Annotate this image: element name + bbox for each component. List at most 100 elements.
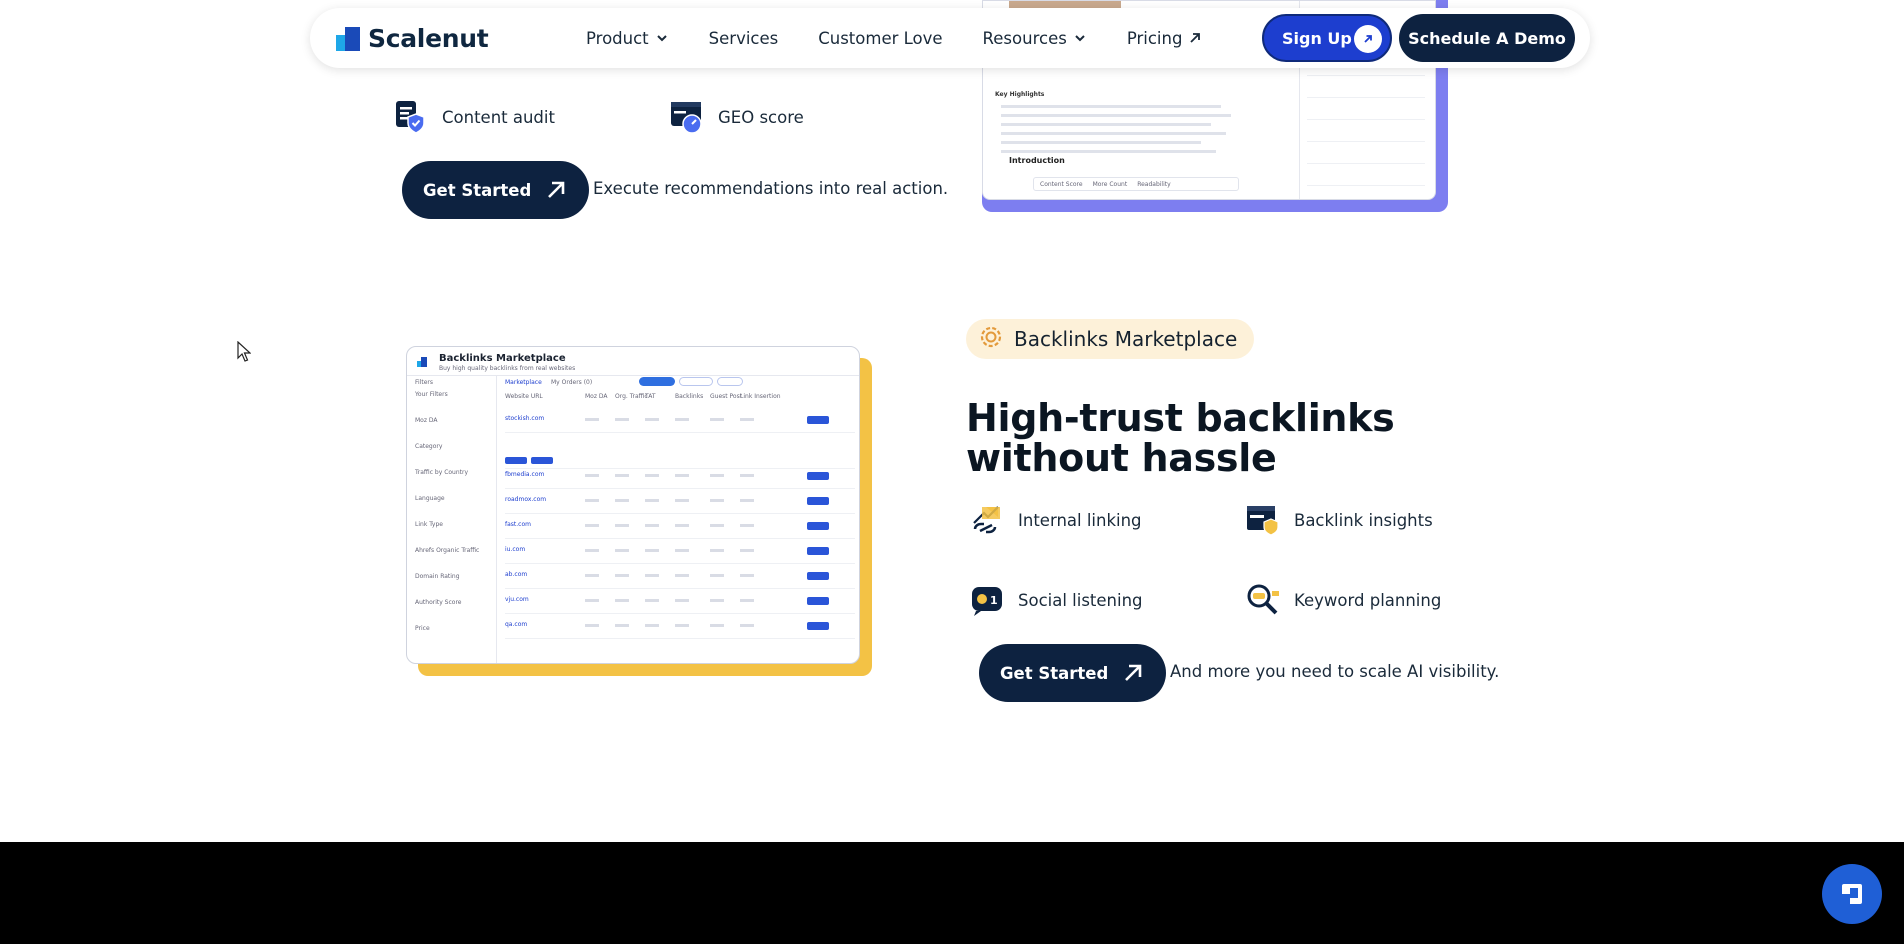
preview-readability: Readability xyxy=(1137,180,1171,188)
preview-row-cell xyxy=(740,474,754,477)
preview-sidebar-group: Authority Score xyxy=(415,599,462,606)
preview-sidebar-group: Category xyxy=(415,443,443,450)
gear-badge-icon xyxy=(978,324,1004,355)
feature-label: GEO score xyxy=(718,107,804,127)
feature-keyword-planning: Keyword planning xyxy=(1246,583,1441,617)
preview-table-row: stockish.com xyxy=(505,413,855,433)
preview-row-cell xyxy=(675,474,689,477)
preview-subtitle: Buy high quality backlinks from real web… xyxy=(439,365,576,372)
schedule-demo-button[interactable]: Schedule A Demo xyxy=(1399,14,1575,62)
preview-row-cell xyxy=(740,624,754,627)
preview-sidebar-group: Moz DA xyxy=(415,417,438,424)
preview-column-header: Org. Traffic xyxy=(615,393,648,400)
backlinks-marketplace-badge: Backlinks Marketplace xyxy=(966,319,1255,359)
preview-table-row: vju.com xyxy=(505,594,855,614)
preview-sidebar-group: Your Filters xyxy=(415,391,448,398)
geo-score-icon xyxy=(670,100,704,134)
social-listening-icon: 1 xyxy=(970,583,1004,617)
arrow-up-right-icon xyxy=(1125,664,1142,681)
preview-row-cell xyxy=(710,418,724,421)
preview-table-row: iu.com xyxy=(505,544,855,564)
brand-logo[interactable]: Scalenut xyxy=(336,24,489,53)
preview-row-cell xyxy=(615,599,629,602)
backlink-insights-icon xyxy=(1246,503,1280,537)
page: Scalenut Product Services Customer Love … xyxy=(0,0,1904,944)
nav-product-label: Product xyxy=(586,28,649,48)
preview-row-cell xyxy=(615,474,629,477)
schedule-demo-label: Schedule A Demo xyxy=(1408,28,1566,48)
feature-label: Social listening xyxy=(1018,590,1143,610)
get-started-button[interactable]: Get Started xyxy=(979,644,1167,702)
preview-add-button xyxy=(807,497,829,505)
preview-row-cell xyxy=(675,574,689,577)
preview-row-url: ab.com xyxy=(505,571,528,578)
nav-pricing-label: Pricing xyxy=(1126,28,1183,48)
preview-table-row: qa.com xyxy=(505,619,855,639)
get-started-button[interactable]: Get Started xyxy=(402,161,590,219)
top-navbar: Scalenut Product Services Customer Love … xyxy=(310,8,1590,68)
preview-filters-label: Filters xyxy=(415,379,433,386)
chat-launcher-button[interactable] xyxy=(1822,864,1882,924)
preview-row-url: qa.com xyxy=(505,621,528,628)
preview-table-row: fbmedia.com xyxy=(505,469,855,489)
arrow-up-right-icon xyxy=(548,181,565,198)
preview-row-cell xyxy=(615,418,629,421)
feature-label: Backlink insights xyxy=(1294,510,1433,530)
nav-links: Product Services Customer Love Resources… xyxy=(586,8,1242,68)
preview-row-cell xyxy=(710,474,724,477)
arrow-up-right-icon xyxy=(1190,33,1201,43)
nav-resources[interactable]: Resources xyxy=(983,29,1087,48)
preview-row-url: stockish.com xyxy=(505,415,545,422)
nav-product[interactable]: Product xyxy=(586,29,669,48)
nav-services[interactable]: Services xyxy=(709,29,779,48)
brand-name: Scalenut xyxy=(368,24,489,53)
chevron-down-icon xyxy=(656,35,667,42)
preview-row-cell xyxy=(585,549,599,552)
preview-sidebar-group: Language xyxy=(415,495,445,502)
section-heading: High-trust backlinks without hassle xyxy=(966,396,1395,480)
preview-add-button xyxy=(807,547,829,555)
preview-add-button xyxy=(807,416,829,424)
preview-table-row: roadmox.com xyxy=(505,494,855,514)
scalenut-logo-icon xyxy=(336,26,360,51)
badge-label: Backlinks Marketplace xyxy=(1014,327,1238,351)
preview-more-count: More Count xyxy=(1092,180,1128,188)
preview-row-cell xyxy=(675,599,689,602)
preview-add-button xyxy=(807,622,829,630)
svg-text:1: 1 xyxy=(990,594,998,607)
keyword-planning-icon xyxy=(1246,583,1280,617)
preview-row-url: fbmedia.com xyxy=(505,471,545,478)
signup-label: Sign Up xyxy=(1282,28,1352,48)
feature-content-audit: Content audit xyxy=(394,100,555,134)
backlinks-caption: And more you need to scale AI visibility… xyxy=(1170,662,1500,681)
nav-resources-label: Resources xyxy=(982,28,1067,48)
nav-pricing[interactable]: Pricing xyxy=(1127,29,1203,48)
preview-row-cell xyxy=(740,499,754,502)
nav-customer-love[interactable]: Customer Love xyxy=(818,29,942,48)
preview-column-header: Guest Post xyxy=(710,393,743,400)
preview-tab-orders: My Orders (0) xyxy=(551,379,593,386)
scalenut-logo-icon xyxy=(417,357,427,367)
preview-row-cell xyxy=(710,574,724,577)
feature-geo-score: GEO score xyxy=(670,100,804,134)
preview-row-cell xyxy=(710,524,724,527)
preview-row-cell xyxy=(615,574,629,577)
preview-title: Backlinks Marketplace xyxy=(439,353,566,364)
feature-label: Content audit xyxy=(442,107,555,127)
preview-column-header: Moz DA xyxy=(585,393,608,400)
preview-row-cell xyxy=(645,474,659,477)
preview-add-button xyxy=(807,522,829,530)
preview-row-cell xyxy=(585,624,599,627)
preview-row-cell xyxy=(615,524,629,527)
preview-row-url: iu.com xyxy=(505,546,526,553)
preview-row-cell xyxy=(585,524,599,527)
signup-button[interactable]: Sign Up xyxy=(1262,14,1392,62)
preview-sidebar-group: Ahrefs Organic Traffic xyxy=(415,547,480,554)
preview-row-cell xyxy=(585,418,599,421)
preview-sidebar-group: Price xyxy=(415,625,430,632)
preview-scorebar: Content Score More Count Readability xyxy=(1033,177,1239,191)
preview-row-cell xyxy=(645,524,659,527)
preview-add-button xyxy=(807,597,829,605)
internal-linking-icon xyxy=(970,503,1004,537)
preview-row-cell xyxy=(585,499,599,502)
